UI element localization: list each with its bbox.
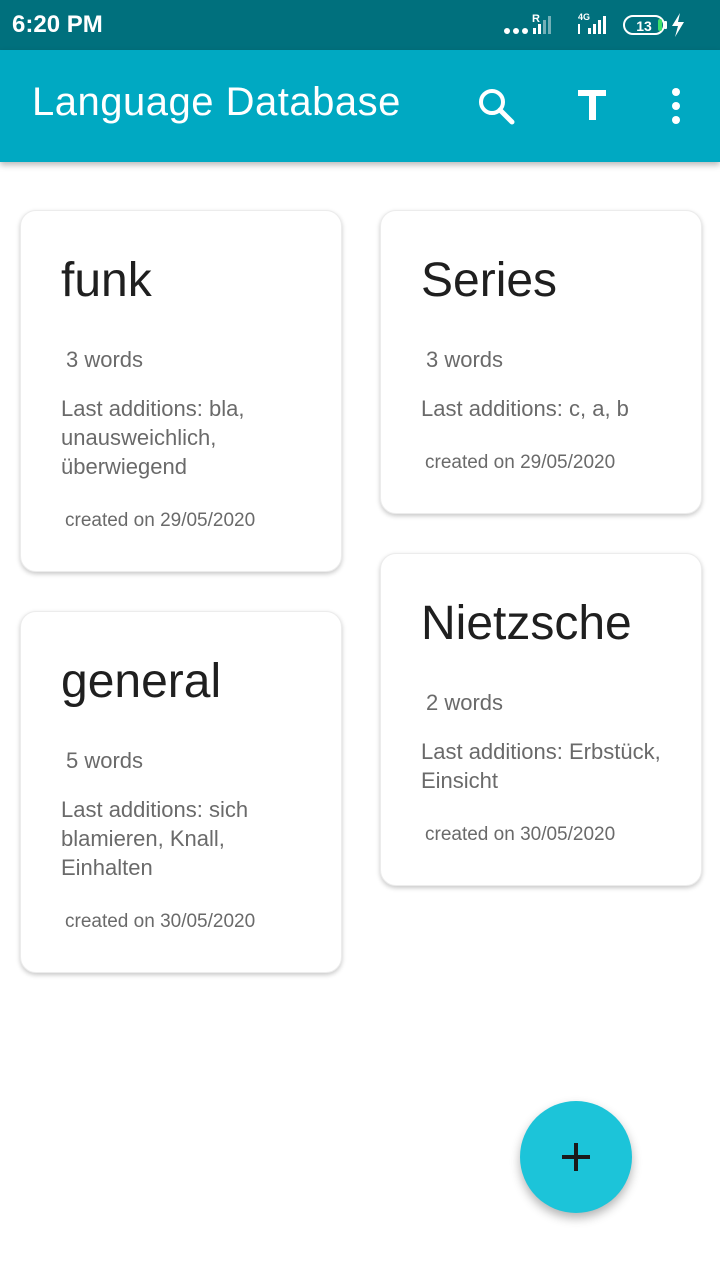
last-additions: Last additions: c, a, b	[421, 396, 629, 421]
status-time: 6:20 PM	[12, 11, 103, 38]
database-card[interactable]: funk 3 words Last additions: bla, unausw…	[20, 210, 342, 572]
created-date: created on 29/05/2020	[425, 452, 616, 473]
battery-icon: 13	[623, 15, 667, 35]
word-count: 5 words	[66, 748, 144, 773]
word-count: 3 words	[66, 347, 144, 372]
network-label: 4G	[578, 12, 590, 22]
app-bar: Language Database	[0, 50, 720, 162]
more-options-button[interactable]	[650, 80, 702, 132]
last-additions: Last additions: bla, unausweichlich, übe…	[61, 396, 245, 479]
database-title: funk	[61, 254, 152, 307]
last-additions: Last additions: sich blamieren, Knall, E…	[61, 797, 249, 880]
database-card[interactable]: general 5 words Last additions: sich bla…	[20, 611, 342, 973]
last-additions: Last additions: Erbstück, Einsicht	[421, 739, 661, 793]
word-count: 2 words	[426, 690, 504, 715]
status-icons: R 4G 13	[504, 12, 684, 37]
more-vert-icon	[672, 88, 680, 124]
created-date: created on 29/05/2020	[65, 510, 256, 531]
app-title: Language Database	[32, 80, 401, 124]
add-icon	[562, 1143, 590, 1171]
dots-icon	[504, 28, 528, 34]
charging-icon	[672, 13, 684, 37]
created-date: created on 30/05/2020	[65, 911, 256, 932]
database-title: general	[61, 655, 222, 708]
add-database-button[interactable]	[520, 1101, 632, 1213]
search-icon	[479, 89, 515, 125]
word-count: 3 words	[426, 347, 504, 372]
database-title: Series	[421, 254, 558, 307]
database-title: Nietzsche	[421, 597, 632, 650]
battery-level: 13	[636, 18, 652, 34]
status-bar: 6:20 PM R 4G 13	[0, 0, 720, 50]
text-format-button[interactable]	[566, 80, 618, 132]
database-card[interactable]: Nietzsche 2 words Last additions: Erbstü…	[380, 553, 702, 886]
text-format-icon	[578, 90, 606, 120]
database-card[interactable]: Series 3 words Last additions: c, a, b c…	[380, 210, 702, 514]
created-date: created on 30/05/2020	[425, 824, 616, 845]
search-button[interactable]	[470, 80, 522, 132]
roaming-label: R	[532, 13, 540, 25]
